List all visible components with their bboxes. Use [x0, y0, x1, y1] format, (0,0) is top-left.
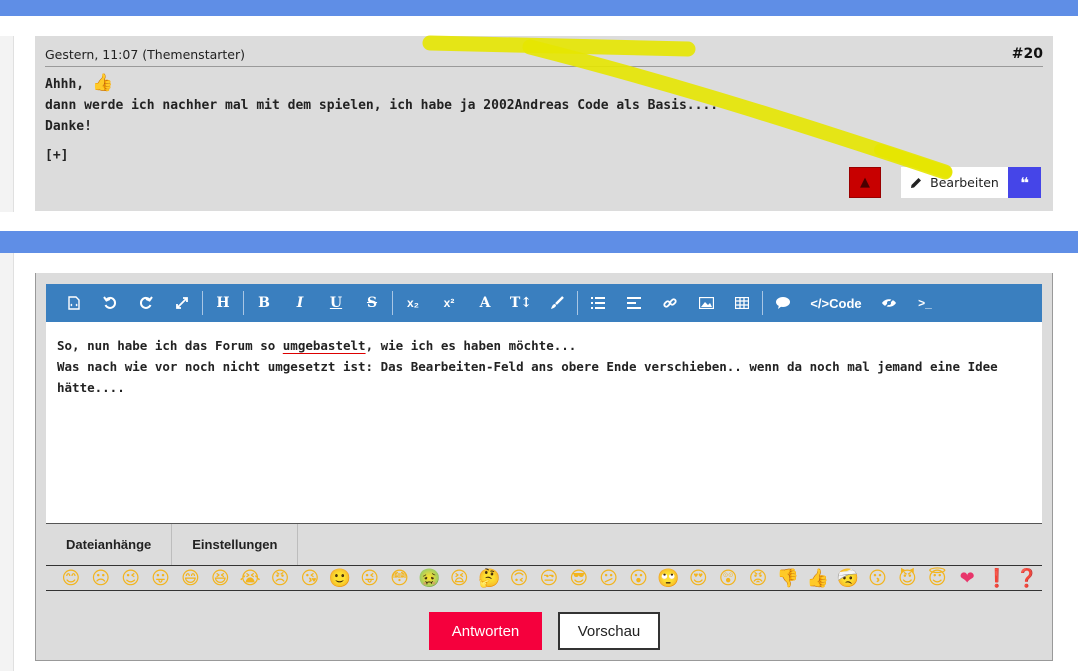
strikethrough-button[interactable]: S — [354, 284, 390, 322]
tab-settings[interactable]: Einstellungen — [172, 524, 299, 565]
toolbar-separator — [392, 291, 393, 315]
misspelled-word: umgebastelt — [282, 338, 366, 353]
emoji-button[interactable]: 😈 — [893, 566, 923, 590]
emoji-button[interactable]: 😕 — [594, 566, 624, 590]
quote-button[interactable]: ❝ — [1008, 167, 1041, 198]
emoji-button[interactable]: 🤕 — [833, 566, 863, 590]
emoji-button[interactable]: 😠 — [265, 566, 295, 590]
spoiler-icon[interactable] — [871, 284, 907, 322]
toolbar-separator — [577, 291, 578, 315]
post-line-2: dann werde ich nachher mal mit dem spiel… — [45, 98, 719, 113]
edit-button[interactable]: Bearbeiten — [901, 167, 1008, 198]
emoji-button[interactable]: 👍 — [803, 566, 833, 590]
expand-toggle[interactable]: [+] — [45, 148, 68, 163]
list-icon[interactable] — [580, 284, 616, 322]
emoji-button[interactable]: 🤔 — [474, 566, 504, 590]
preview-button[interactable]: Vorschau — [558, 612, 660, 650]
emoji-button[interactable]: 😊 — [56, 566, 86, 590]
emoji-button[interactable]: 🤢 — [415, 566, 445, 590]
emoji-button[interactable]: 😄 — [176, 566, 206, 590]
emoji-button[interactable]: 😡 — [743, 566, 773, 590]
forum-post: Gestern, 11:07 (Themenstarter) #20 Ahhh,… — [35, 36, 1053, 211]
terminal-button[interactable]: >_ — [907, 284, 943, 322]
emoji-button[interactable]: 😉 — [116, 566, 146, 590]
post-meta: Gestern, 11:07 (Themenstarter) — [45, 47, 245, 62]
emoji-button[interactable]: 😆 — [205, 566, 235, 590]
emoji-button[interactable]: 😲 — [713, 566, 743, 590]
emoji-button[interactable]: 😳 — [385, 566, 415, 590]
emoji-button[interactable]: 😛 — [146, 566, 176, 590]
emoji-button[interactable]: 😇 — [922, 566, 952, 590]
italic-button[interactable]: I — [282, 284, 318, 322]
post-number-link[interactable]: #20 — [1012, 46, 1043, 62]
emoji-button[interactable]: 👎 — [773, 566, 803, 590]
brush-icon[interactable] — [539, 284, 575, 322]
link-icon[interactable] — [652, 284, 688, 322]
fullscreen-icon[interactable] — [164, 284, 200, 322]
edit-button-label: Bearbeiten — [930, 175, 999, 190]
section-divider-bar — [0, 231, 1078, 253]
editor-line-1b: , wie ich es haben möchte... — [365, 338, 577, 353]
bold-button[interactable]: B — [246, 284, 282, 322]
reply-text-editor[interactable]: So, nun habe ich das Forum so umgebastel… — [46, 322, 1042, 523]
pencil-icon — [911, 177, 922, 188]
speech-bubble-icon[interactable] — [765, 284, 801, 322]
emoji-button[interactable]: 😘 — [295, 566, 325, 590]
heading-button[interactable]: H — [205, 284, 241, 322]
emoji-button[interactable]: 😮 — [624, 566, 654, 590]
redo-icon[interactable] — [128, 284, 164, 322]
left-sidebar-strip — [0, 36, 14, 212]
emoji-button[interactable]: 😗 — [863, 566, 893, 590]
emoji-button[interactable]: 😭 — [235, 566, 265, 590]
emoji-button[interactable]: 😫 — [444, 566, 474, 590]
emoji-button[interactable]: 😍 — [683, 566, 713, 590]
emoji-button[interactable]: ❤ — [952, 566, 982, 590]
emoji-button[interactable]: 🙂 — [325, 566, 355, 590]
quote-icon: ❝ — [1020, 173, 1029, 192]
font-button[interactable]: A — [467, 284, 503, 322]
toolbar-separator — [243, 291, 244, 315]
font-size-button[interactable]: T↕ — [503, 284, 539, 322]
post-body: Ahhh, 👍 dann werde ich nachher mal mit d… — [45, 73, 718, 137]
emoji-button[interactable]: 🙃 — [504, 566, 534, 590]
image-icon[interactable] — [688, 284, 724, 322]
editor-toolbar: H B I U S x₂ x² A T↕ </>Code >_ — [46, 284, 1042, 322]
emoji-bar: 😊 ☹ 😉 😛 😄 😆 😭 😠 😘 🙂 😜 😳 🤢 😫 🤔 🙃 😒 😎 😕 😮 🙄 😍 😲 😡 👎 👍 🤕 😗 😈 😇 ❤ ❗ ❓ — [46, 565, 1042, 591]
post-line-3: Danke! — [45, 119, 92, 134]
editor-line-2: Was nach wie vor noch nicht umgesetzt is… — [57, 359, 998, 395]
table-icon[interactable] — [724, 284, 760, 322]
warning-icon: ▲ — [860, 175, 870, 190]
underline-button[interactable]: U — [318, 284, 354, 322]
code-button[interactable]: </>Code — [801, 284, 871, 322]
undo-icon[interactable] — [92, 284, 128, 322]
report-button[interactable]: ▲ — [849, 167, 881, 198]
align-left-icon[interactable] — [616, 284, 652, 322]
emoji-button[interactable]: 😜 — [355, 566, 385, 590]
left-sidebar-strip-2 — [0, 253, 14, 671]
toolbar-separator — [202, 291, 203, 315]
emoji-button[interactable]: ❗ — [982, 566, 1012, 590]
emoji-button[interactable]: 😎 — [564, 566, 594, 590]
thumbs-up-icon: 👍 — [91, 73, 114, 93]
editor-line-1a: So, nun habe ich das Forum so — [57, 338, 283, 353]
reply-panel: H B I U S x₂ x² A T↕ </>Code >_ So, nun … — [35, 273, 1053, 661]
emoji-button[interactable]: 🙄 — [654, 566, 684, 590]
emoji-button[interactable]: ❓ — [1012, 566, 1042, 590]
emoji-button[interactable]: 😒 — [534, 566, 564, 590]
post-line-1: Ahhh, — [45, 77, 85, 92]
superscript-button[interactable]: x² — [431, 284, 467, 322]
emoji-button[interactable]: ☹ — [86, 566, 116, 590]
top-brand-bar — [0, 0, 1078, 16]
toolbar-separator — [762, 291, 763, 315]
subscript-button[interactable]: x₂ — [395, 284, 431, 322]
tab-attachments[interactable]: Dateianhänge — [46, 524, 173, 565]
post-divider — [45, 66, 1043, 67]
answer-button[interactable]: Antworten — [429, 612, 542, 650]
editor-tabs: Dateianhänge Einstellungen — [46, 523, 1042, 565]
source-view-icon[interactable] — [56, 284, 92, 322]
